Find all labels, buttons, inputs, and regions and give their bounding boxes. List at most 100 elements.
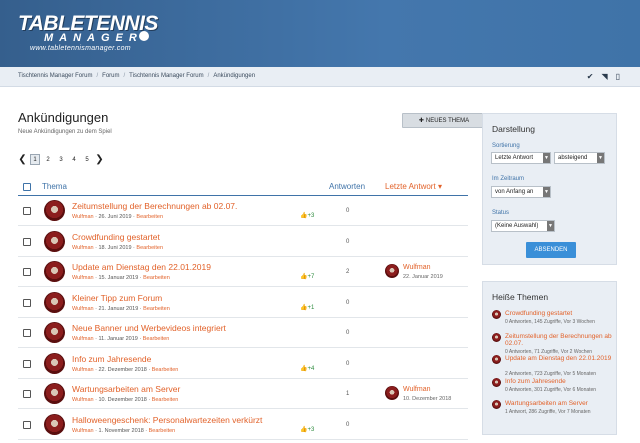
last-reply-user[interactable]: Wulfman (403, 264, 431, 271)
site-logo[interactable]: TABLETENNIS MANAGER www.tabletennismanag… (18, 12, 158, 54)
order-select[interactable]: absteigend ▼ (554, 152, 605, 164)
page-link[interactable]: 4 (69, 154, 79, 165)
table-row: Kleiner Tipp zum Forum Wulfman · 21. Jan… (18, 288, 468, 318)
avatar[interactable] (492, 332, 501, 342)
avatar[interactable] (44, 291, 65, 313)
chevron-left-icon[interactable]: ❮ (18, 154, 27, 165)
avatar[interactable] (44, 230, 65, 252)
topic-title[interactable]: Zeitumstellung der Berechnungen ab 02.07… (72, 201, 237, 211)
topic-title[interactable]: Info zum Jahresende (72, 354, 151, 364)
topic-author[interactable]: Wulfman (72, 428, 94, 434)
topic-title[interactable]: Kleiner Tipp zum Forum (72, 293, 162, 303)
edit-link[interactable]: Bearbeiten (152, 367, 179, 373)
new-topic-button[interactable]: ✚ NEUES THEMA (402, 113, 486, 128)
avatar[interactable] (44, 261, 65, 282)
topic-title[interactable]: Crowdfunding gestartet (72, 232, 160, 242)
avatar[interactable] (385, 264, 399, 278)
hot-topic-title[interactable]: Wartungsarbeiten am Server (505, 400, 613, 407)
row-checkbox[interactable] (23, 390, 31, 398)
select-all-checkbox[interactable] (23, 183, 31, 191)
row-checkbox[interactable] (23, 298, 31, 307)
page-title: Ankündigungen (18, 110, 109, 125)
topic-author[interactable]: Wulfman (72, 275, 94, 281)
topic-author[interactable]: Wulfman (72, 336, 94, 342)
edit-link[interactable]: Bearbeiten (143, 275, 170, 281)
edit-link[interactable]: Bearbeiten (149, 428, 176, 434)
avatar[interactable] (385, 386, 399, 400)
topic-likes: 👍+3 (300, 212, 314, 219)
row-checkbox[interactable] (23, 268, 31, 276)
breadcrumb-item[interactable]: Tischtennis Manager Forum (129, 73, 203, 79)
chevron-right-icon[interactable]: ❯ (95, 154, 104, 165)
row-checkbox[interactable] (23, 329, 31, 337)
breadcrumb-item[interactable]: Forum (102, 73, 119, 79)
page-link[interactable]: 1 (30, 154, 40, 165)
topic-author[interactable]: Wulfman (72, 397, 94, 403)
hot-topic-title[interactable]: Info zum Jahresende (505, 378, 613, 385)
page-subtitle: Neue Ankündigungen zu dem Spiel (18, 129, 112, 135)
avatar[interactable] (492, 377, 501, 387)
row-checkbox[interactable] (23, 237, 31, 246)
avatar[interactable] (44, 200, 65, 221)
chevron-down-icon: ▼ (543, 187, 550, 197)
status-select[interactable]: (Keine Auswahl) ▼ (491, 220, 555, 232)
col-last-reply[interactable]: Letzte Antwort ▾ (385, 182, 442, 191)
row-checkbox[interactable] (23, 359, 31, 368)
pagination: ❮ 1 2 3 4 5 ❯ (18, 154, 104, 165)
hot-topic-title[interactable]: Update am Dienstag den 22.01.2019 (505, 355, 613, 362)
topic-likes: 👍+7 (300, 273, 314, 280)
edit-link[interactable]: Bearbeiten (136, 214, 163, 220)
topic-author[interactable]: Wulfman (72, 214, 94, 220)
status-select-value: (Keine Auswahl) (495, 223, 539, 229)
apply-button[interactable]: ABSENDEN (526, 242, 576, 258)
edit-link[interactable]: Bearbeiten (143, 306, 170, 312)
breadcrumb-separator: / (96, 73, 99, 79)
page-link[interactable]: 3 (56, 154, 66, 165)
hot-topic-meta: 1 Antwort, 286 Zugriffe, Vor 7 Monaten (505, 409, 591, 415)
avatar[interactable] (492, 400, 501, 409)
topic-title[interactable]: Wartungsarbeiten am Server (72, 384, 180, 394)
sort-down-icon: ▾ (437, 182, 442, 191)
topic-title[interactable]: Update am Dienstag den 22.01.2019 (72, 262, 211, 272)
breadcrumb-item[interactable]: Ankündigungen (213, 73, 255, 79)
rss-icon[interactable]: ◥ (601, 72, 607, 81)
avatar[interactable] (44, 352, 65, 374)
topic-author[interactable]: Wulfman (72, 367, 94, 373)
topic-title[interactable]: Halloweengeschenk: Personalwartezeiten v… (72, 415, 262, 425)
topic-author[interactable]: Wulfman (72, 306, 94, 312)
sort-select[interactable]: Letzte Antwort ▼ (491, 152, 551, 164)
last-reply-user[interactable]: Wulfman (403, 386, 431, 393)
bookmark-icon[interactable]: ▯ (616, 72, 620, 81)
chevron-down-icon: ▼ (547, 221, 554, 231)
hot-topic-title[interactable]: Zeitumstellung der Berechnungen ab 02.07… (505, 333, 613, 347)
hot-topic-meta: 2 Antworten, 723 Zugriffe, Vor 5 Monaten (505, 371, 597, 377)
topic-meta: Wulfman · 18. Juni 2019 · Bearbeiten (72, 244, 164, 251)
topic-meta: Wulfman · 10. Dezember 2018 · Bearbeiten (72, 397, 179, 403)
avatar[interactable] (44, 383, 65, 404)
row-checkbox[interactable] (23, 207, 31, 215)
checkmark-icon[interactable]: ✔ (587, 72, 594, 81)
page-link[interactable]: 2 (43, 154, 53, 165)
like-count: +3 (307, 213, 315, 219)
hot-topic-meta: 0 Antworten, 71 Zugriffe, Vor 2 Wochen (505, 348, 593, 355)
row-checkbox[interactable] (23, 420, 31, 429)
col-topic[interactable]: Thema (42, 182, 67, 191)
avatar[interactable] (44, 413, 65, 435)
hot-topic-title[interactable]: Crowdfunding gestartet (505, 310, 613, 317)
breadcrumb-item[interactable]: Tischtennis Manager Forum (18, 73, 92, 79)
topic-title[interactable]: Neue Banner und Werbevideos integriert (72, 323, 226, 333)
page-link[interactable]: 5 (82, 154, 92, 165)
edit-link[interactable]: Bearbeiten (136, 245, 163, 251)
range-select[interactable]: von Anfang an ▼ (491, 186, 551, 198)
avatar[interactable] (492, 355, 501, 364)
edit-link[interactable]: Bearbeiten (152, 397, 179, 403)
edit-link[interactable]: Bearbeiten (143, 336, 170, 342)
avatar[interactable] (492, 310, 501, 319)
topic-author[interactable]: Wulfman (72, 245, 94, 251)
topic-meta: Wulfman · 22. Dezember 2018 · Bearbeiten (72, 366, 179, 373)
col-answers[interactable]: Antworten (329, 182, 365, 191)
answer-count: 0 (346, 360, 350, 367)
breadcrumb: Tischtennis Manager Forum / Forum / Tischt… (18, 73, 255, 79)
avatar[interactable] (44, 322, 65, 343)
display-panel: Darstellung Sortierung Letzte Antwort ▼ a… (482, 113, 617, 265)
